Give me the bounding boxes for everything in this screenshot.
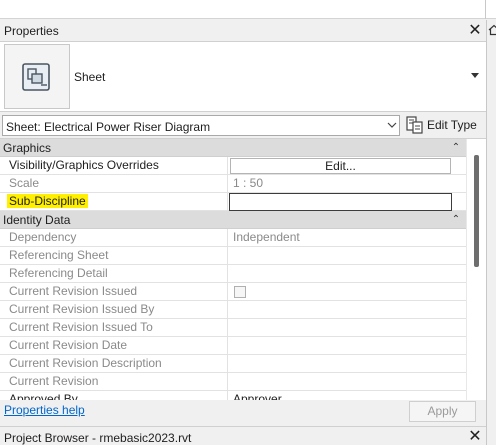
property-row-referencing-sheet: Referencing Sheet	[0, 247, 466, 265]
property-row-sub-discipline: Sub-Discipline	[0, 193, 466, 211]
type-dropdown-arrow-icon[interactable]	[471, 73, 479, 78]
type-thumbnail	[4, 44, 70, 109]
type-name: Sheet	[74, 70, 106, 84]
edit-visibility-graphics-button[interactable]: Edit...	[230, 158, 451, 174]
property-value	[229, 265, 466, 283]
current-revision-issued-checkbox[interactable]	[234, 286, 246, 298]
instance-selector-value: Sheet: Electrical Power Riser Diagram	[6, 120, 211, 134]
group-identity-data[interactable]: Identity Data ⌃	[0, 211, 466, 229]
group-name: Graphics	[3, 141, 52, 155]
properties-scrollbar[interactable]	[466, 139, 486, 400]
property-name: Referencing Detail	[0, 265, 228, 283]
adjacent-panel-edge	[486, 20, 496, 445]
property-row-scale: Scale 1 : 50	[0, 175, 466, 193]
properties-title: Properties	[4, 24, 59, 38]
property-value: Independent	[233, 230, 300, 244]
property-row-referencing-detail: Referencing Detail	[0, 265, 466, 283]
property-value	[229, 301, 466, 319]
property-value	[229, 373, 466, 391]
home-icon[interactable]	[488, 24, 496, 36]
properties-title-bar: Properties ✕	[0, 20, 486, 41]
apply-button[interactable]: Apply	[409, 401, 476, 422]
scrollbar-thumb[interactable]	[474, 155, 479, 267]
property-name: Current Revision	[0, 373, 228, 391]
close-icon[interactable]: ✕	[468, 23, 482, 39]
property-name: Visibility/Graphics Overrides	[0, 157, 228, 175]
property-value: 1 : 50	[233, 176, 264, 190]
property-name: Current Revision Issued To	[0, 319, 228, 337]
property-name: Scale	[0, 175, 228, 193]
top-toolbar-strip	[0, 0, 496, 19]
property-name: Approved By	[0, 391, 228, 400]
sheet-icon	[22, 63, 50, 91]
properties-grid: Graphics ⌃ Visibility/Graphics Overrides…	[0, 138, 486, 400]
property-name: Current Revision Description	[0, 355, 228, 373]
panel-divider	[485, 0, 486, 19]
property-value	[229, 355, 466, 373]
property-name: Sub-Discipline	[0, 193, 228, 211]
property-name: Current Revision Issued By	[0, 301, 228, 319]
chevron-down-icon[interactable]	[386, 119, 398, 131]
property-row-current-revision-issued: Current Revision Issued	[0, 283, 466, 301]
group-graphics[interactable]: Graphics ⌃	[0, 139, 466, 157]
collapse-icon[interactable]: ⌃	[451, 214, 461, 226]
project-browser-title: Project Browser - rmebasic2023.rvt	[4, 431, 192, 445]
edit-type-icon	[406, 116, 423, 134]
type-selector[interactable]: Sheet	[0, 41, 486, 112]
property-name: Dependency	[0, 229, 228, 247]
collapse-icon[interactable]: ⌃	[451, 142, 461, 154]
property-row-current-revision-description: Current Revision Description	[0, 355, 466, 373]
project-browser-title-bar: Project Browser - rmebasic2023.rvt ✕	[0, 426, 486, 445]
properties-help-link[interactable]: Properties help	[4, 403, 85, 417]
property-value: Approver	[233, 392, 282, 400]
close-icon[interactable]: ✕	[468, 429, 482, 445]
property-value	[229, 319, 466, 337]
sub-discipline-input[interactable]	[229, 193, 452, 211]
property-row-current-revision-issued-to: Current Revision Issued To	[0, 319, 466, 337]
property-row-current-revision-date: Current Revision Date	[0, 337, 466, 355]
property-row-current-revision-issued-by: Current Revision Issued By	[0, 301, 466, 319]
property-row-approved-by: Approved By Approver	[0, 391, 466, 400]
property-name: Referencing Sheet	[0, 247, 228, 265]
instance-selector-dropdown[interactable]: Sheet: Electrical Power Riser Diagram	[2, 115, 400, 136]
instance-selector-row: Sheet: Electrical Power Riser Diagram Ed…	[0, 114, 486, 137]
property-row-current-revision: Current Revision	[0, 373, 466, 391]
property-row-dependency: Dependency Independent	[0, 229, 466, 247]
property-name: Current Revision Issued	[0, 283, 228, 301]
property-value	[229, 247, 466, 265]
group-name: Identity Data	[3, 213, 71, 227]
edit-type-label: Edit Type	[427, 118, 477, 132]
highlighted-label: Sub-Discipline	[7, 194, 88, 208]
property-row-visibility-graphics: Visibility/Graphics Overrides Edit...	[0, 157, 466, 175]
properties-footer: Properties help Apply	[0, 400, 486, 425]
property-value	[229, 337, 466, 355]
property-name: Current Revision Date	[0, 337, 228, 355]
